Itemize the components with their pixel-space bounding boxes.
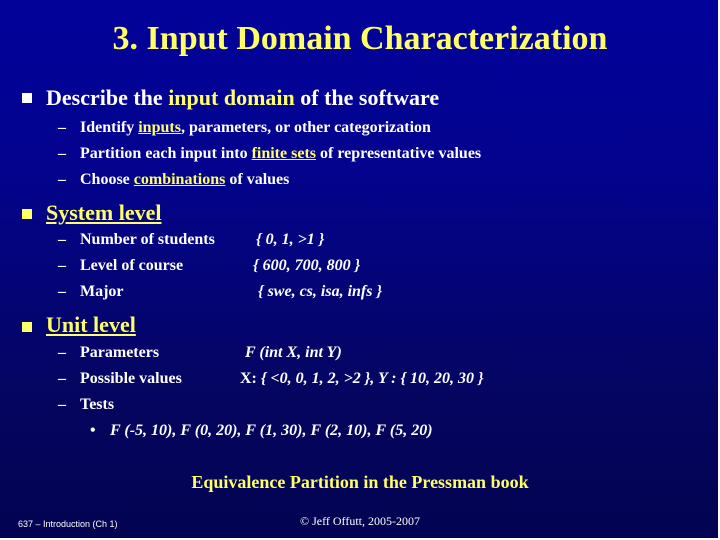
label: Major <box>80 283 124 300</box>
square-bullet-icon <box>22 209 32 219</box>
dash-icon: – <box>58 344 66 361</box>
text: Identify <box>80 119 139 136</box>
square-bullet-icon <box>22 322 32 332</box>
sub-bullet-identify-inputs: – Identify inputs, parameters, or other c… <box>58 119 431 137</box>
sub-sub-bullet-tests-list: • F (-5, 10), F (0, 20), F (1, 30), F (2,… <box>90 422 433 440</box>
value-major: { swe, cs, isa, infs } <box>258 283 383 300</box>
highlight-combinations: combinations <box>133 171 226 188</box>
text: of the software <box>294 85 440 110</box>
value-number-of-students: { 0, 1, >1 } <box>256 231 325 248</box>
heading-unit-level: Unit level <box>46 312 136 337</box>
dash-icon: – <box>58 171 66 188</box>
dash-icon: – <box>58 370 66 387</box>
highlight-inputs: inputs <box>138 119 181 136</box>
highlight-input-domain: input domain <box>168 85 295 110</box>
sub-bullet-level-of-course: – Level of course <box>58 257 183 275</box>
footer-copyright: © Jeff Offutt, 2005-2007 <box>300 514 420 528</box>
text: X: <box>240 370 261 387</box>
text: of representative values <box>316 145 482 162</box>
text: Describe the <box>46 85 169 110</box>
dash-icon: – <box>58 145 66 162</box>
text: { <0, 0, 1, 2, >2 }, Y : { 10, 20, 30 } <box>260 370 484 387</box>
text: of values <box>225 171 290 188</box>
square-bullet-icon <box>22 93 32 103</box>
value-parameters: F (int X, int Y) <box>245 344 342 361</box>
sub-bullet-possible-values: – Possible values <box>58 370 182 388</box>
highlight-finite-sets: finite sets <box>251 145 316 162</box>
footer-note: Equivalence Partition in the Pressman bo… <box>191 472 529 492</box>
sub-bullet-tests: – Tests <box>58 396 114 414</box>
value-possible-values: X: { <0, 0, 1, 2, >2 }, Y : { 10, 20, 30… <box>240 370 484 388</box>
text: Partition each input into <box>80 145 252 162</box>
dash-icon: – <box>58 119 66 136</box>
slide-title: 3. Input Domain Characterization <box>112 20 608 57</box>
heading-system-level: System level <box>46 200 162 225</box>
label: Parameters <box>80 344 160 361</box>
sub-bullet-number-of-students: – Number of students <box>58 231 215 249</box>
dot-bullet-icon: • <box>90 422 96 439</box>
sub-bullet-partition: – Partition each input into finite sets o… <box>58 145 481 163</box>
label: Level of course <box>80 257 184 274</box>
text: F (-5, 10), F (0, 20), F (1, 30), F (2, … <box>110 422 433 439</box>
value-level-of-course: { 600, 700, 800 } <box>253 257 361 274</box>
label: Number of students <box>80 231 215 248</box>
sub-bullet-major: – Major <box>58 283 124 301</box>
sub-bullet-combinations: – Choose combinations of values <box>58 171 289 189</box>
bullet-describe-input-domain: Describe the input domain of the softwar… <box>46 85 439 111</box>
label: Tests <box>80 396 115 413</box>
dash-icon: – <box>58 283 66 300</box>
text: Choose <box>80 171 134 188</box>
slide: 3. Input Domain Characterization Describ… <box>0 0 720 540</box>
label: Possible values <box>80 370 182 387</box>
text: , parameters, or other categorization <box>180 119 431 136</box>
sub-bullet-parameters: – Parameters <box>58 344 159 362</box>
dash-icon: – <box>58 396 66 413</box>
dash-icon: – <box>58 257 66 274</box>
dash-icon: – <box>58 231 66 248</box>
